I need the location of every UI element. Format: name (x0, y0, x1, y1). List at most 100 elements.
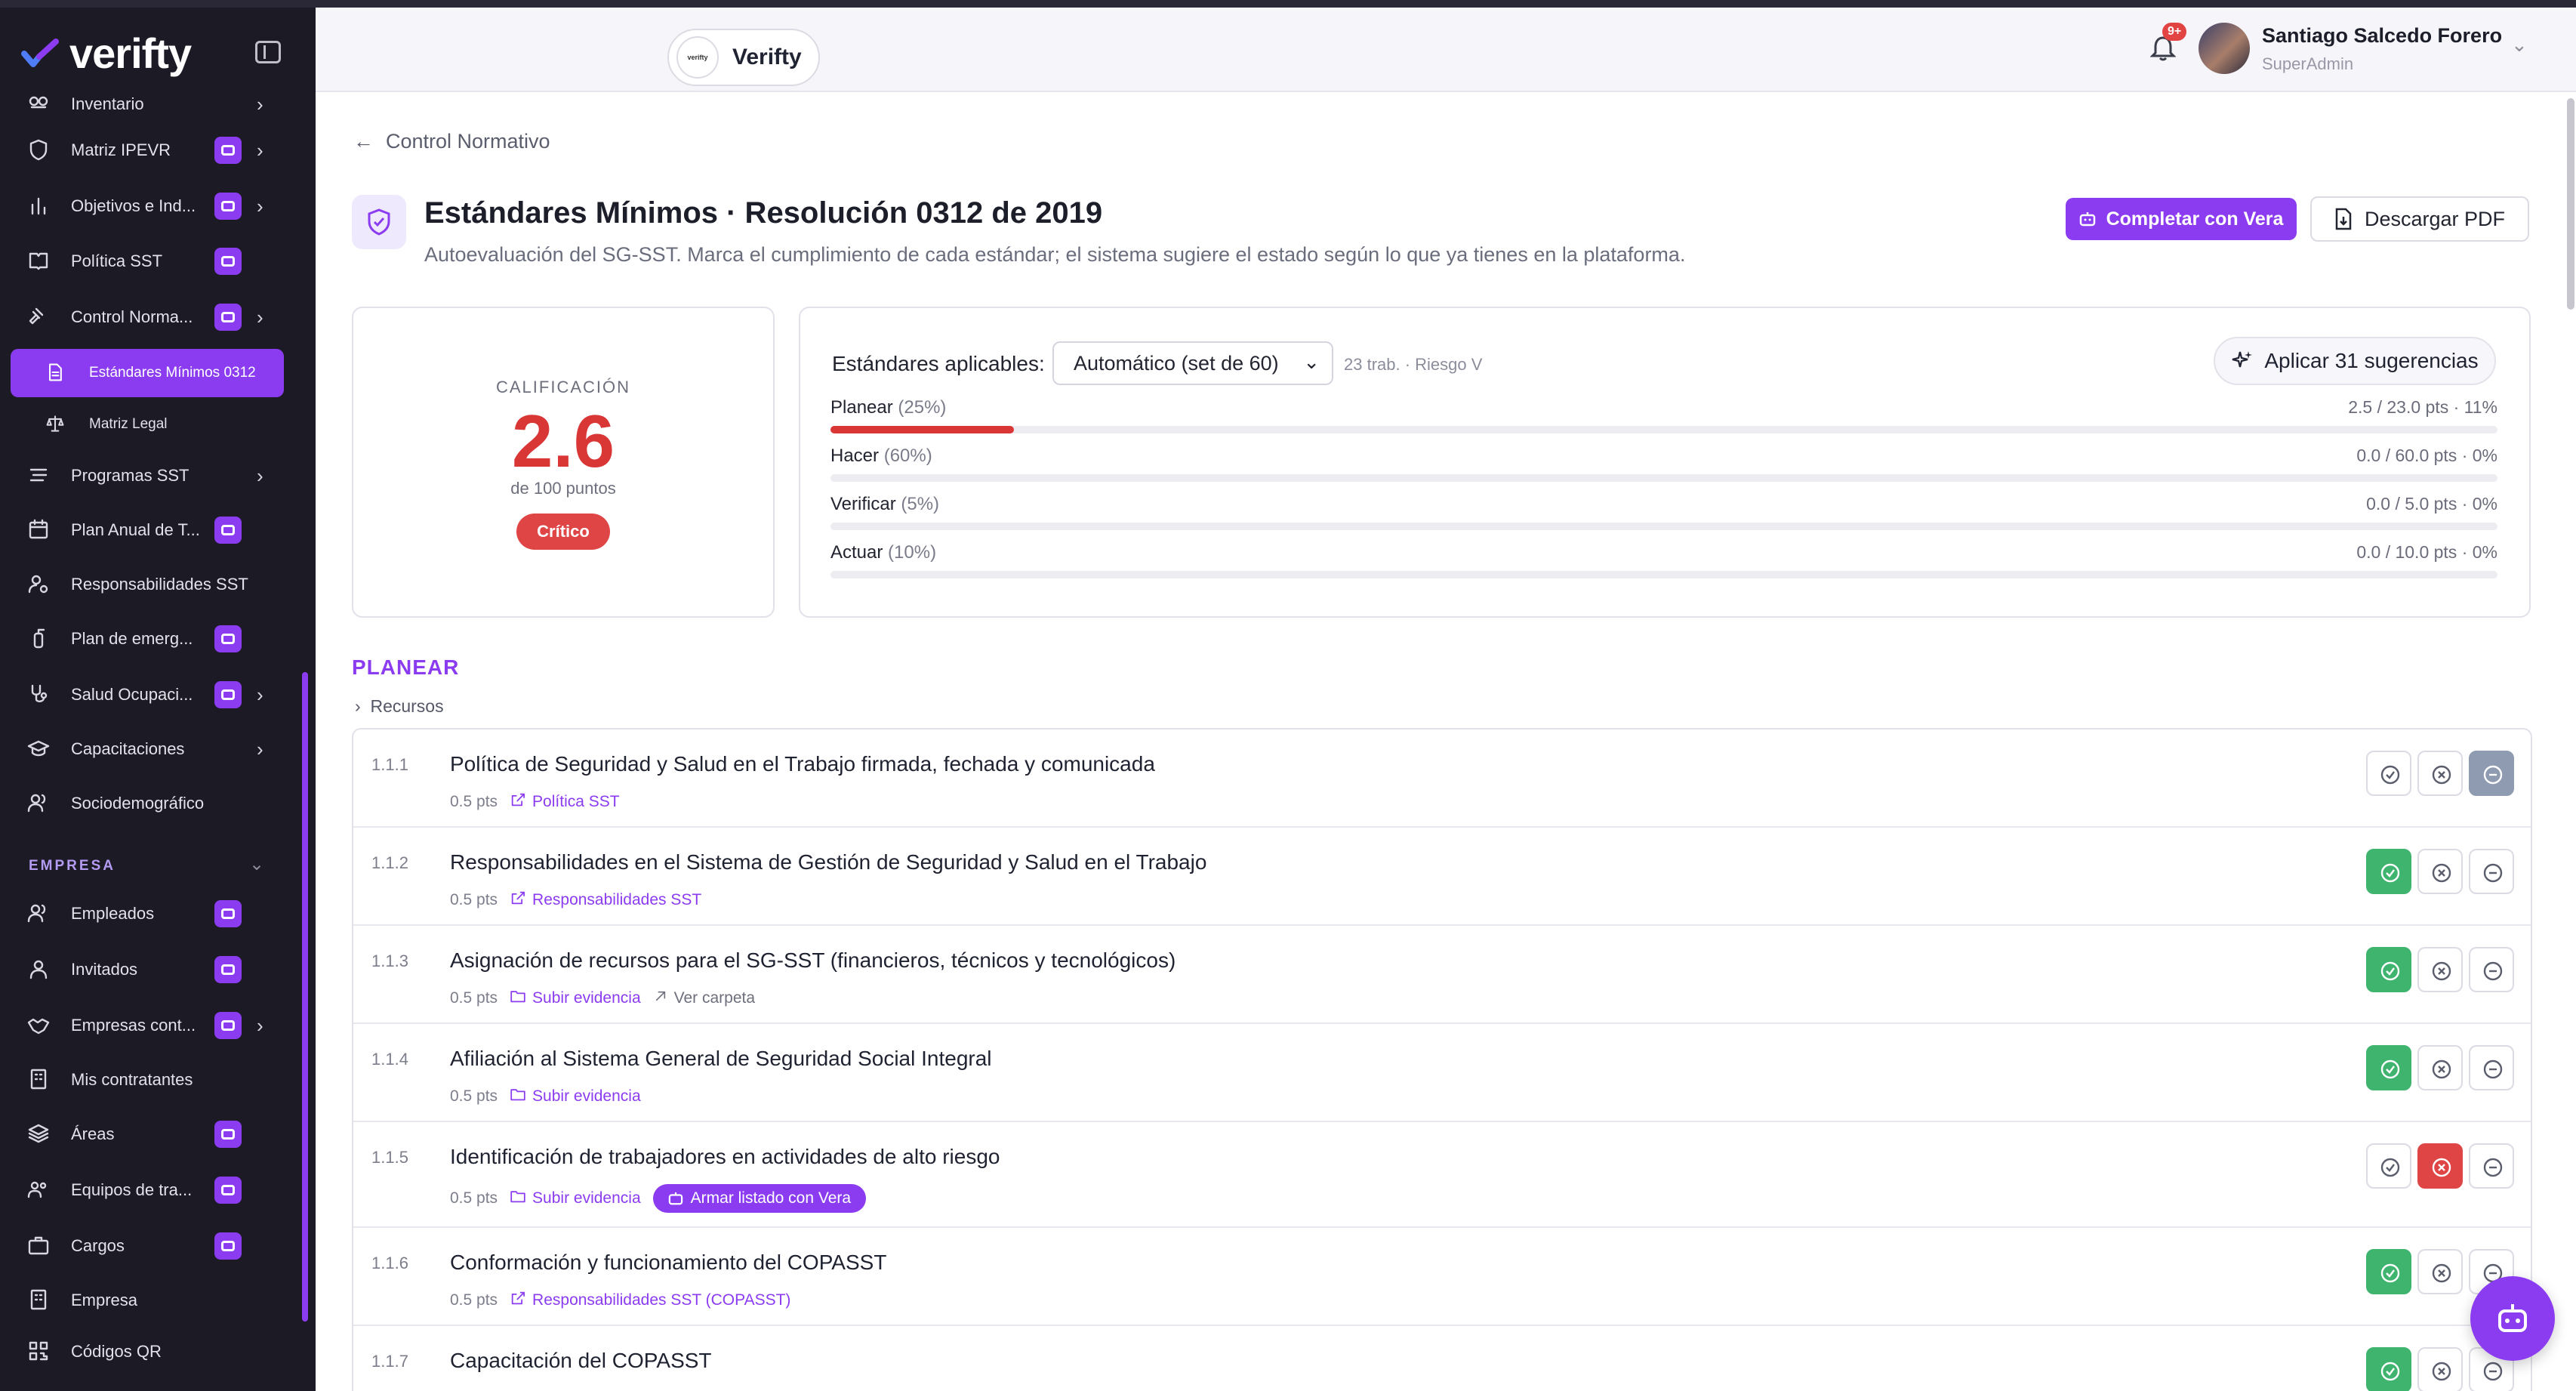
briefcase-icon (27, 1234, 51, 1258)
mark-not-complies-button[interactable] (2417, 947, 2463, 992)
sidebar-item-label: Invitados (71, 960, 138, 979)
vera-list-button[interactable]: Armar listado con Vera (652, 1184, 867, 1213)
sidebar-item-plan-anual-de-t[interactable]: Plan Anual de T... (11, 507, 284, 553)
subgroup-label: Recursos (370, 696, 444, 716)
view-folder-link[interactable]: Ver carpeta (653, 989, 755, 1008)
row-link[interactable]: Subir evidencia (510, 1086, 641, 1107)
chevron-right-icon: › (355, 696, 361, 716)
sidebar-item-matriz-ipevr[interactable]: Matriz IPEVR › (11, 128, 284, 173)
chevron-right-icon: › (257, 92, 263, 116)
sidebar-item-programas-sst[interactable]: Programas SST › (11, 453, 284, 498)
calendar-icon (27, 518, 51, 542)
mark-not-applicable-button[interactable] (2469, 1143, 2514, 1189)
phase-name: Planear (25%) (830, 397, 946, 418)
mark-not-complies-button[interactable] (2417, 849, 2463, 894)
mark-complies-button[interactable] (2366, 751, 2411, 796)
sidebar-item-responsabilidades-sst[interactable]: Responsabilidades SST (11, 562, 284, 607)
robot-icon (214, 1012, 242, 1039)
row-points: 0.5 pts (450, 1189, 498, 1207)
sidebar-item-códigos-qr[interactable]: Códigos QR (11, 1329, 284, 1374)
row-text: Afiliación al Sistema General de Segurid… (450, 1047, 992, 1070)
sidebar-item-salud-ocupaci[interactable]: Salud Ocupaci... › (11, 672, 284, 717)
mark-not-applicable-button[interactable] (2469, 1045, 2514, 1090)
organization-selector[interactable]: verifty Verifty (667, 29, 820, 86)
sidebar-item-label: Inventario (71, 94, 144, 113)
sidebar-item-inventario[interactable]: Inventario › (11, 82, 284, 127)
row-number: 1.1.3 (371, 951, 408, 970)
mark-complies-button[interactable] (2366, 849, 2411, 894)
mark-complies-button[interactable] (2366, 1143, 2411, 1189)
avatar[interactable] (2199, 23, 2250, 74)
phase-progress-track (830, 523, 2497, 530)
chevron-down-icon[interactable]: ⌄ (249, 853, 264, 875)
chevron-right-icon: › (257, 737, 263, 760)
row-points: 0.5 pts (450, 793, 498, 810)
sidebar-item-control-norma[interactable]: Control Norma... › (11, 295, 284, 340)
main-scrollbar[interactable] (2567, 98, 2574, 310)
row-link[interactable]: Responsabilidades SST (COPASST) (510, 1290, 790, 1311)
sidebar-scrollbar[interactable] (302, 672, 308, 1322)
row-link[interactable]: Subir evidencia (510, 1188, 641, 1209)
download-pdf-button[interactable]: Descargar PDF (2310, 196, 2529, 242)
external-link-icon (510, 1290, 526, 1311)
table-row: 1.1.6 Conformación y funcionamiento del C… (353, 1228, 2531, 1326)
back-link[interactable]: ← Control Normativo (353, 130, 550, 153)
row-meta: 0.5 pts Subir evidencia Ver carpeta (450, 988, 755, 1009)
mark-not-complies-button[interactable] (2417, 751, 2463, 796)
sidebar-item-cargos[interactable]: Cargos (11, 1223, 284, 1269)
apply-suggestions-button[interactable]: Aplicar 31 sugerencias (2214, 337, 2496, 385)
sidebar-item-sociodemográfico[interactable]: Sociodemográfico (11, 781, 284, 826)
mark-not-applicable-button[interactable] (2469, 751, 2514, 796)
sidebar-item-empleados[interactable]: Empleados (11, 891, 284, 936)
app-logo[interactable]: verifty (21, 29, 192, 78)
mark-not-applicable-button[interactable] (2469, 849, 2514, 894)
mark-complies-button[interactable] (2366, 947, 2411, 992)
row-link[interactable]: Política SST (510, 791, 620, 813)
mark-complies-button[interactable] (2366, 1347, 2411, 1391)
sidebar-item-estándares-mínimos-0312[interactable]: Estándares Mínimos 0312 (11, 349, 284, 397)
table-row: 1.1.1 Política de Seguridad y Salud en el… (353, 729, 2531, 828)
mark-not-complies-button[interactable] (2417, 1045, 2463, 1090)
sidebar-item-equipos-de-tra[interactable]: Equipos de tra... (11, 1167, 284, 1213)
mark-not-complies-button[interactable] (2417, 1143, 2463, 1189)
sidebar-item-empresa[interactable]: Empresa (11, 1278, 284, 1323)
page-title: Estándares Mínimos · Resolución 0312 de … (424, 196, 1103, 230)
sidebar-item-label: Empleados (71, 904, 155, 923)
robot-icon (214, 248, 242, 275)
sidebar-item-label: Mis contratantes (71, 1070, 193, 1089)
shield-check-icon (352, 195, 406, 249)
gavel-icon (27, 305, 51, 329)
sidebar-item-objetivos-e-ind[interactable]: Objetivos e Ind... › (11, 184, 284, 229)
mark-complies-button[interactable] (2366, 1249, 2411, 1294)
row-link[interactable]: Subir evidencia (510, 988, 641, 1009)
phase-label: Verificar (830, 494, 896, 514)
view-folder-label: Ver carpeta (673, 989, 756, 1007)
mark-not-complies-button[interactable] (2417, 1347, 2463, 1391)
mark-not-applicable-button[interactable] (2469, 947, 2514, 992)
sidebar-item-capacitaciones[interactable]: Capacitaciones › (11, 726, 284, 772)
sidebar-item-invitados[interactable]: Invitados (11, 947, 284, 992)
mark-not-complies-button[interactable] (2417, 1249, 2463, 1294)
sidebar-item-política-sst[interactable]: Política SST (11, 239, 284, 284)
mark-complies-button[interactable] (2366, 1045, 2411, 1090)
standards-select[interactable]: Automático (set de 60) ⌄ (1052, 341, 1333, 385)
standards-label: Estándares aplicables: (832, 352, 1045, 375)
sidebar-item-empresas-cont[interactable]: Empresas cont... › (11, 1003, 284, 1048)
row-link[interactable]: Responsabilidades SST (510, 890, 701, 911)
row-link-label: Responsabilidades SST (532, 891, 702, 908)
collapse-sidebar-button[interactable] (255, 41, 281, 63)
vera-assistant-button[interactable] (2470, 1276, 2555, 1361)
table-row: 1.1.7 Capacitación del COPASST (353, 1326, 2531, 1391)
phase-weight: (60%) (883, 446, 932, 466)
sidebar-item-mis-contratantes[interactable]: Mis contratantes (11, 1057, 284, 1103)
complete-with-vera-button[interactable]: Completar con Vera (2066, 198, 2297, 240)
subgroup-toggle[interactable]: › Recursos (355, 696, 444, 717)
chevron-down-icon[interactable]: ⌄ (2511, 33, 2528, 57)
sidebar-item-áreas[interactable]: Áreas (11, 1112, 284, 1157)
sidebar-item-plan-de-emerg[interactable]: Plan de emerg... (11, 616, 284, 662)
row-meta: 0.5 pts Política SST (450, 791, 620, 813)
robot-icon (668, 1192, 683, 1205)
user-name[interactable]: Santiago Salcedo Forero (2262, 24, 2502, 48)
extinguisher-icon (27, 627, 51, 651)
sidebar-item-matriz-legal[interactable]: Matriz Legal (11, 402, 284, 447)
